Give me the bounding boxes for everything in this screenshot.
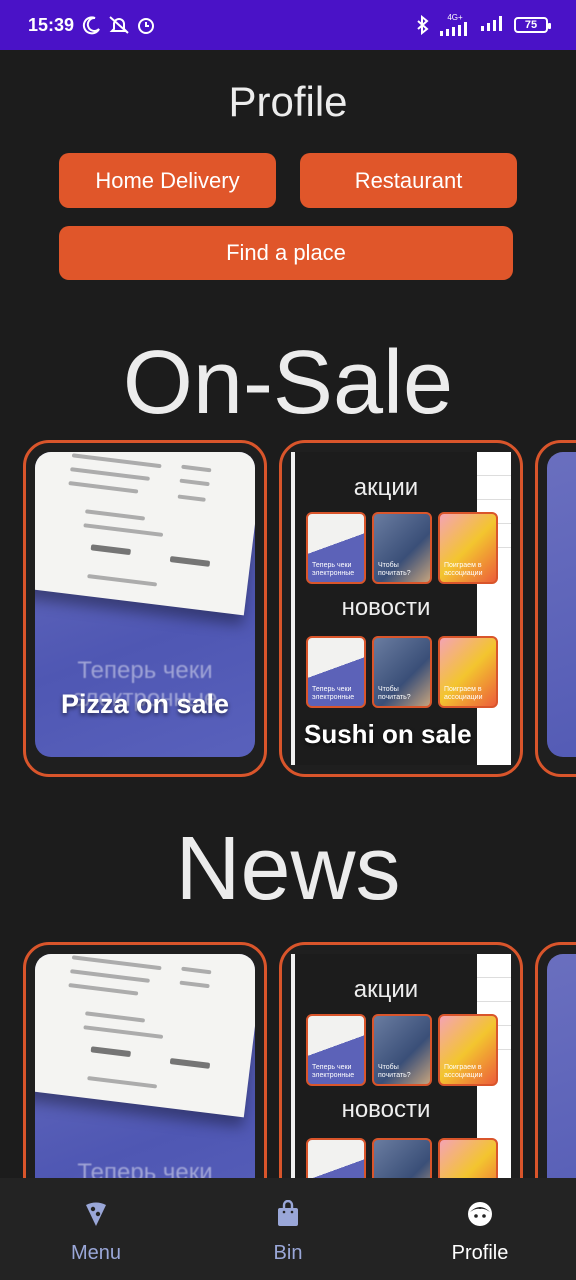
receipt-image: Теперь чеки (35, 954, 255, 1178)
home-delivery-button[interactable]: Home Delivery (59, 153, 276, 208)
bottom-nav: Menu Bin Profile (0, 1178, 576, 1280)
card-label: Pizza on sale (60, 689, 230, 719)
thumb-caption: Чтобы почитать? (378, 686, 411, 701)
shot-heading-promo: акции (353, 474, 419, 501)
sale-card-partial[interactable] (535, 440, 576, 777)
thumb-caption: Поиграем в ассоциации (444, 686, 483, 701)
restaurant-button[interactable]: Restaurant (300, 153, 517, 208)
on-sale-title: On-Sale (122, 333, 454, 433)
battery-icon: 75 (514, 17, 551, 33)
nav-item-bin[interactable]: Bin (192, 1178, 384, 1280)
signal-2-icon (480, 15, 506, 36)
battery-level: 75 (524, 19, 538, 31)
shot-heading-promo: акции (353, 976, 419, 1003)
thumb-caption: Теперь чеки электронные (312, 562, 355, 577)
shot-heading-news: новости (341, 1096, 431, 1123)
page-title: Profile (228, 78, 348, 125)
sale-card-pizza[interactable]: Теперь чеки электронные Pizza on sale (23, 440, 267, 777)
status-time: 15:39 (28, 14, 75, 35)
news-card-receipt[interactable]: Теперь чеки (23, 942, 267, 1178)
face-icon (466, 1200, 494, 1228)
alarm-icon (136, 15, 156, 35)
signal-icon: 4G+ (438, 14, 472, 36)
nav-label-menu: Menu (70, 1242, 122, 1264)
news-card-screenshot[interactable]: акции Теперь чеки электронные Чтобы почи… (279, 942, 523, 1178)
partial-card-image (547, 954, 576, 1178)
thumb-caption: Поиграем в ассоциации (444, 1064, 483, 1079)
nav-item-menu[interactable]: Menu (0, 1178, 192, 1280)
on-sale-carousel[interactable]: Теперь чеки электронные Pizza on sale ак… (0, 440, 576, 780)
shot-heading-news: новости (341, 594, 431, 621)
screenshot-image: акции Теперь чеки электронные Чтобы почи… (291, 954, 511, 1178)
receipt-caption: Теперь чеки (77, 1159, 213, 1178)
card-label: Sushi on sale (304, 719, 472, 749)
thumb-caption: Поиграем в ассоциации (444, 562, 483, 577)
nav-label-bin: Bin (273, 1242, 303, 1264)
news-carousel[interactable]: Теперь чеки акции Теперь чеки электронны… (0, 942, 576, 1178)
status-bar: 15:39 4G+ 75 (0, 0, 576, 50)
nav-label-profile: Profile (451, 1242, 509, 1264)
bluetooth-icon (416, 15, 430, 35)
bag-icon (276, 1200, 300, 1228)
nav-item-profile[interactable]: Profile (384, 1178, 576, 1280)
thumb-caption: Чтобы почитать? (378, 1064, 411, 1079)
thumb-caption: Чтобы почитать? (378, 562, 411, 577)
sale-card-sushi[interactable]: акции Теперь чеки электронные Чтобы почи… (279, 440, 523, 777)
news-card-partial[interactable] (535, 942, 576, 1178)
moon-icon (82, 15, 102, 35)
pizza-icon (83, 1200, 109, 1228)
bell-muted-icon (108, 15, 130, 35)
thumb-caption: Теперь чеки электронные (312, 686, 355, 701)
network-label: 4G+ (447, 13, 463, 22)
thumb-caption: Теперь чеки электронные (312, 1064, 355, 1079)
news-title: News (175, 819, 401, 919)
find-place-button[interactable]: Find a place (59, 226, 513, 280)
partial-card-image (547, 452, 576, 757)
